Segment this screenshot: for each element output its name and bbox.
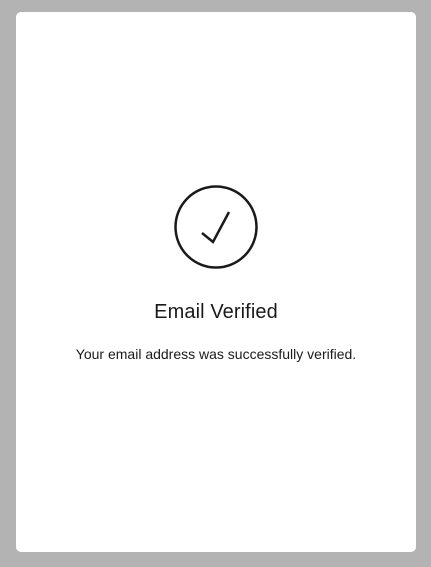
status-message: Your email address was successfully veri… [75,346,357,362]
checkmark-circle-icon [174,185,258,269]
page-title: Email Verified [154,301,278,323]
verification-card: Email Verified Your email address was su… [16,12,416,552]
